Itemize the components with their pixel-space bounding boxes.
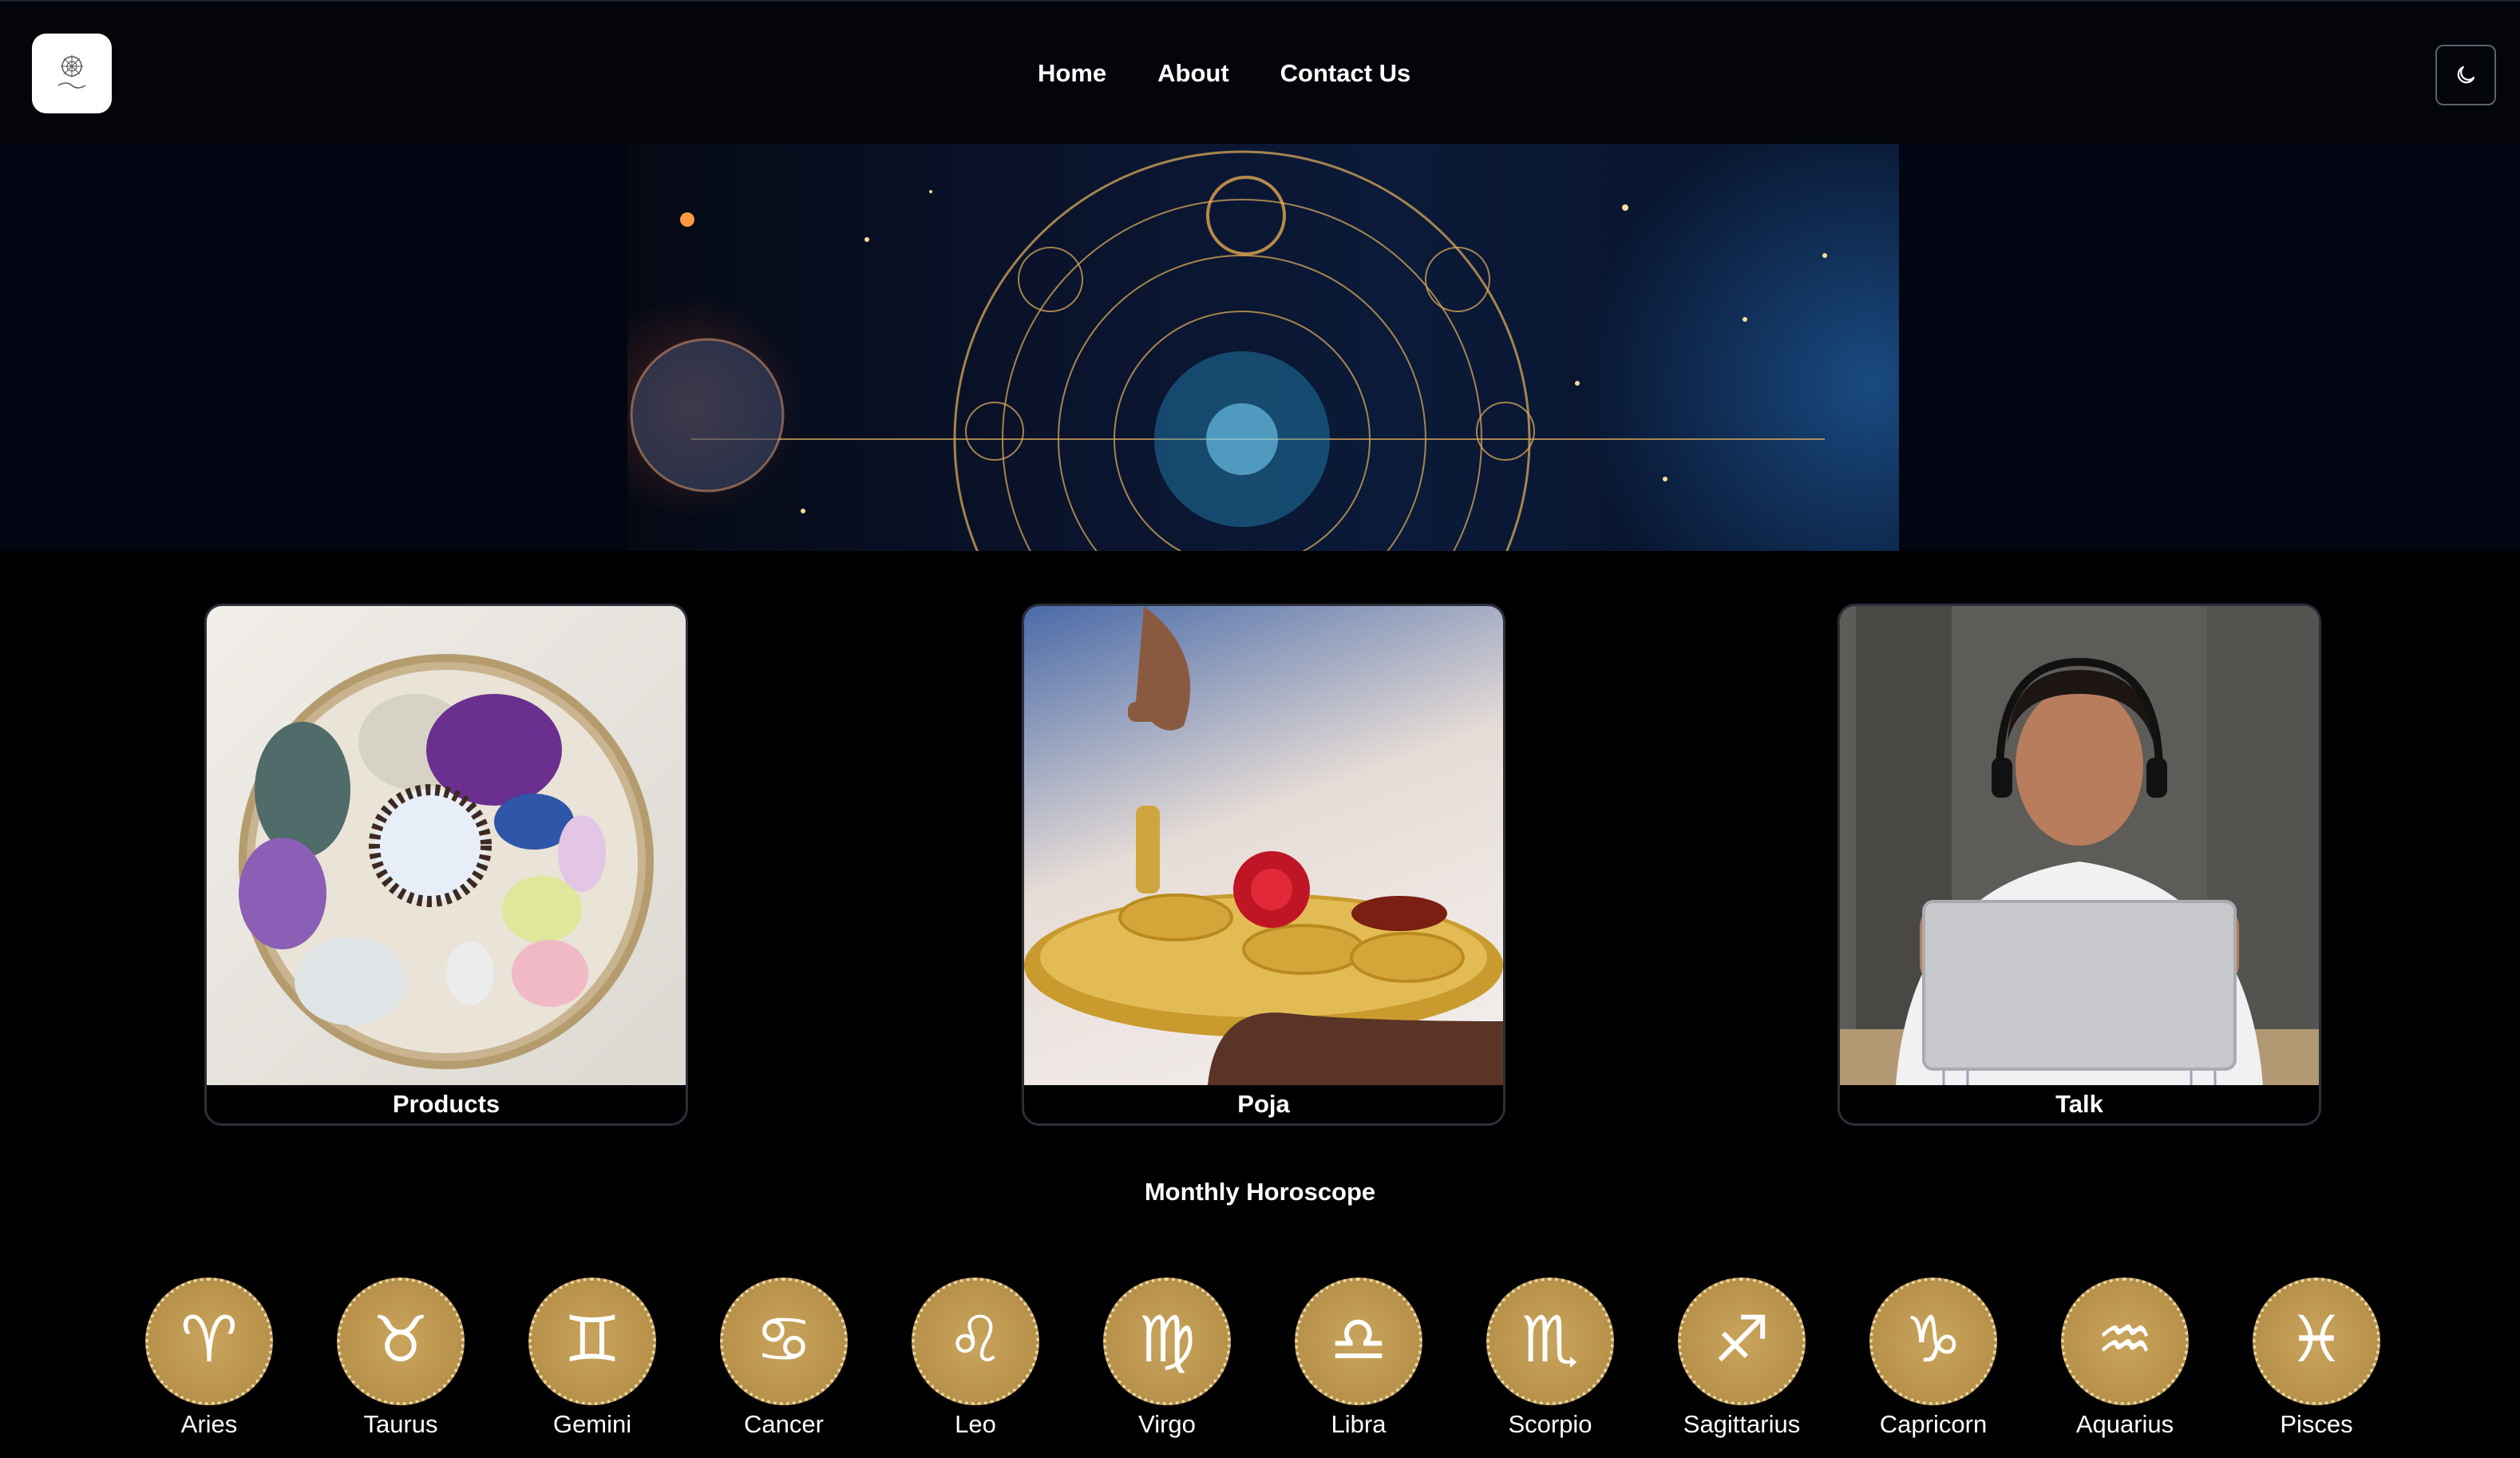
svg-text:♓: ♓ bbox=[2288, 1302, 2345, 1377]
svg-text:♍: ♍ bbox=[1138, 1302, 1196, 1377]
zodiac-name: Virgo bbox=[1138, 1410, 1196, 1438]
crystals-bowl-image bbox=[207, 606, 686, 1085]
zodiac-name: Pisces bbox=[2280, 1410, 2353, 1438]
astrologer-video-call-image bbox=[1840, 606, 2319, 1085]
aquarius-icon: ♒ bbox=[2061, 1278, 2189, 1405]
pisces-icon: ♓ bbox=[2253, 1278, 2380, 1405]
card-label-poja: Poja bbox=[1237, 1090, 1290, 1118]
card-talk[interactable]: Talk bbox=[1838, 604, 2321, 1126]
zodiac-libra[interactable]: ♎ Libra bbox=[1279, 1278, 1438, 1439]
zodiac-name: Capricorn bbox=[1879, 1410, 1988, 1438]
site-header: Home About Contact Us bbox=[0, 0, 2520, 144]
astrology-wheel-illustration bbox=[630, 150, 1827, 551]
mandala-logo-icon bbox=[57, 55, 86, 89]
zodiac-name: Libra bbox=[1331, 1410, 1387, 1438]
zodiac-name: Taurus bbox=[363, 1410, 438, 1438]
sagittarius-icon: ♐ bbox=[1678, 1278, 1806, 1405]
zodiac-leo[interactable]: ♌ Leo bbox=[896, 1278, 1055, 1439]
nav-about[interactable]: About bbox=[1157, 59, 1229, 88]
zodiac-row: ♈ Aries ♉ Taurus ♊ Gemini ♋ Cancer ♌ Leo… bbox=[0, 1278, 2520, 1445]
zodiac-scorpio[interactable]: ♏ Scorpio bbox=[1470, 1278, 1630, 1439]
svg-text:♏: ♏ bbox=[1521, 1302, 1579, 1377]
puja-thali-image bbox=[1024, 606, 1503, 1085]
nav-contact-us[interactable]: Contact Us bbox=[1280, 59, 1411, 88]
capricorn-icon: ♑ bbox=[1869, 1278, 1997, 1405]
svg-text:♑: ♑ bbox=[1905, 1302, 1962, 1377]
hero-banner-image bbox=[627, 144, 1899, 551]
zodiac-aquarius[interactable]: ♒ Aquarius bbox=[2045, 1278, 2205, 1439]
zodiac-name: Scorpio bbox=[1508, 1410, 1592, 1438]
zodiac-name: Gemini bbox=[552, 1410, 632, 1438]
zodiac-name: Sagittarius bbox=[1683, 1410, 1801, 1438]
site-logo[interactable] bbox=[32, 34, 112, 113]
svg-text:♋: ♋ bbox=[755, 1302, 813, 1377]
leo-icon: ♌ bbox=[912, 1278, 1039, 1405]
libra-icon: ♎ bbox=[1295, 1278, 1422, 1405]
theme-toggle-button[interactable] bbox=[2435, 45, 2496, 105]
zodiac-name: Aries bbox=[180, 1410, 238, 1438]
zodiac-name: Cancer bbox=[744, 1410, 824, 1438]
svg-text:♉: ♉ bbox=[372, 1302, 429, 1377]
card-label-talk: Talk bbox=[2055, 1090, 2103, 1118]
zodiac-pisces[interactable]: ♓ Pisces bbox=[2237, 1278, 2396, 1439]
main-nav: Home About Contact Us bbox=[1038, 2, 1410, 145]
svg-text:♈: ♈ bbox=[180, 1302, 238, 1377]
hero-banner-area bbox=[0, 144, 2520, 551]
scorpio-icon: ♏ bbox=[1486, 1278, 1614, 1405]
cancer-icon: ♋ bbox=[720, 1278, 848, 1405]
virgo-icon: ♍ bbox=[1103, 1278, 1231, 1405]
nav-home[interactable]: Home bbox=[1038, 59, 1106, 88]
svg-text:♌: ♌ bbox=[947, 1302, 1004, 1377]
card-products[interactable]: Products bbox=[204, 604, 688, 1126]
zodiac-taurus[interactable]: ♉ Taurus bbox=[321, 1278, 481, 1439]
zodiac-virgo[interactable]: ♍ Virgo bbox=[1087, 1278, 1247, 1439]
svg-text:♐: ♐ bbox=[1713, 1302, 1770, 1377]
taurus-icon: ♉ bbox=[337, 1278, 465, 1405]
svg-text:♎: ♎ bbox=[1330, 1302, 1387, 1377]
zodiac-aries[interactable]: ♈ Aries bbox=[129, 1278, 289, 1439]
card-poja[interactable]: Poja bbox=[1022, 604, 1505, 1126]
zodiac-sagittarius[interactable]: ♐ Sagittarius bbox=[1662, 1278, 1822, 1439]
zodiac-name: Aquarius bbox=[2075, 1410, 2174, 1438]
aries-icon: ♈ bbox=[145, 1278, 273, 1405]
svg-text:♊: ♊ bbox=[564, 1302, 621, 1377]
monthly-horoscope-title: Monthly Horoscope bbox=[1144, 1178, 1376, 1206]
card-label-products: Products bbox=[392, 1090, 500, 1118]
svg-text:♒: ♒ bbox=[2096, 1302, 2154, 1377]
zodiac-cancer[interactable]: ♋ Cancer bbox=[704, 1278, 864, 1439]
zodiac-gemini[interactable]: ♊ Gemini bbox=[512, 1278, 672, 1439]
zodiac-name: Leo bbox=[955, 1410, 996, 1438]
gemini-icon: ♊ bbox=[528, 1278, 656, 1405]
zodiac-capricorn[interactable]: ♑ Capricorn bbox=[1853, 1278, 2013, 1439]
moon-icon bbox=[2457, 65, 2475, 84]
